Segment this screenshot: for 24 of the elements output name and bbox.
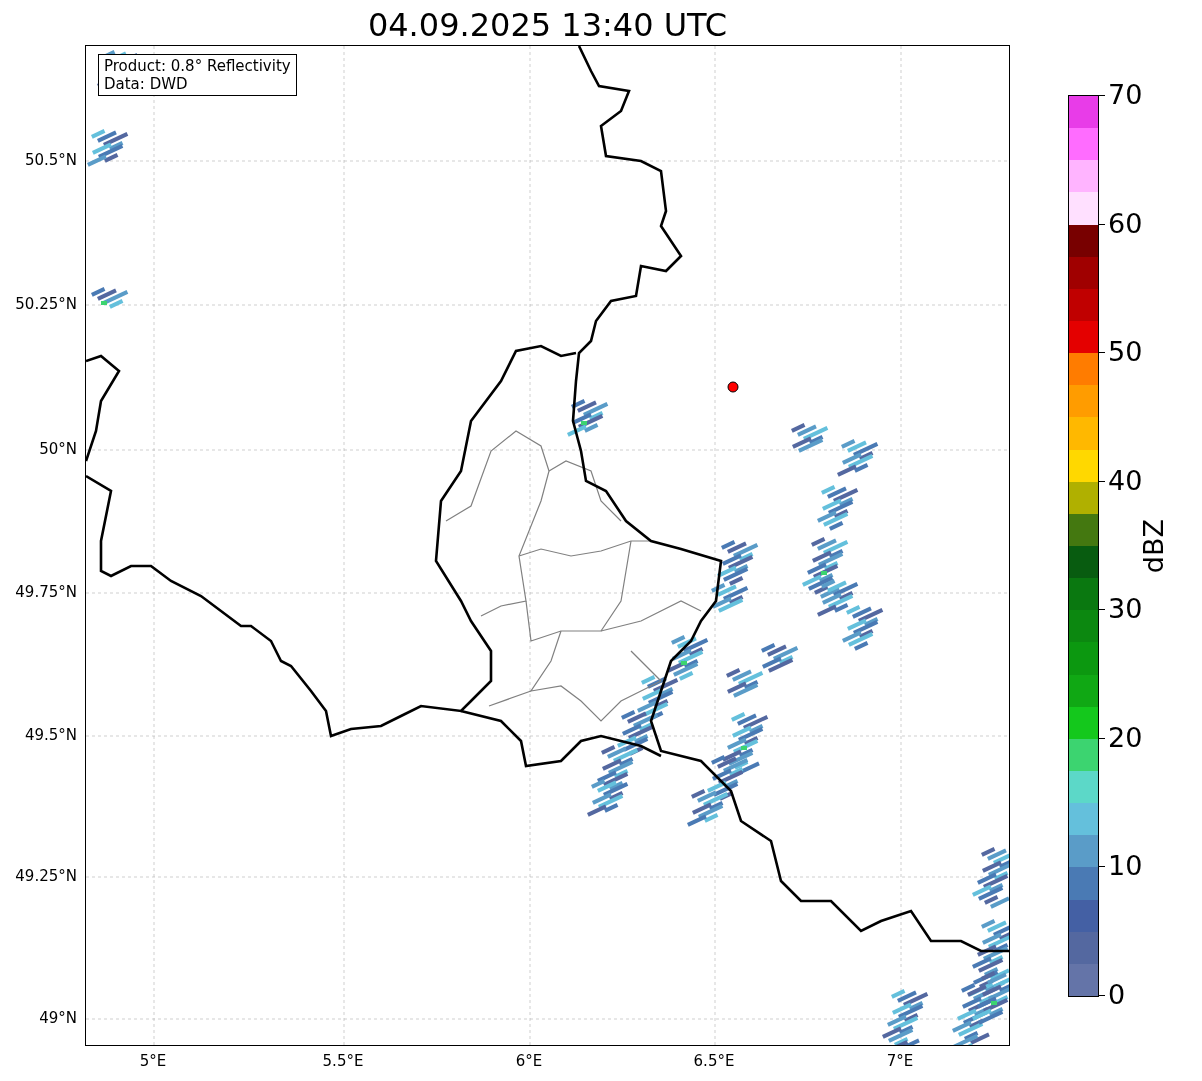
longitude-label: 5.5°E [322,1052,364,1070]
colorbar-label: 20 [1108,722,1143,753]
latitude-label: 50.25°N [15,295,77,313]
longitude-label: 7°E [886,1052,914,1070]
latitude-label: 49.25°N [15,867,77,885]
latitude-label: 49°N [39,1009,77,1027]
colorbar-label: 40 [1108,465,1143,496]
colorbar-label: 30 [1108,594,1143,625]
colorbar-title: dBZ [1139,518,1169,574]
info-text: Product: 0.8° Reflectivity [104,57,291,75]
latitude-label: 50.5°N [24,151,77,169]
chart-title: 04.09.2025 13:40 UTC [366,5,729,45]
latitude-label: 49.75°N [15,583,77,601]
colorbar-label: 70 [1108,80,1143,110]
info-text: Data: DWD [104,75,189,93]
latitude-label: 49.5°N [24,726,77,744]
longitude-label: 6°E [515,1052,543,1070]
longitude-label: 6.5°E [693,1052,735,1070]
longitude-label: 5°E [139,1052,167,1070]
latitude-label: 50°N [39,440,77,458]
colorbar-label: 60 [1108,208,1143,239]
colorbar-label: 50 [1108,337,1143,368]
colorbar-label: 10 [1108,851,1143,882]
colorbar-label: 0 [1108,980,1126,1010]
